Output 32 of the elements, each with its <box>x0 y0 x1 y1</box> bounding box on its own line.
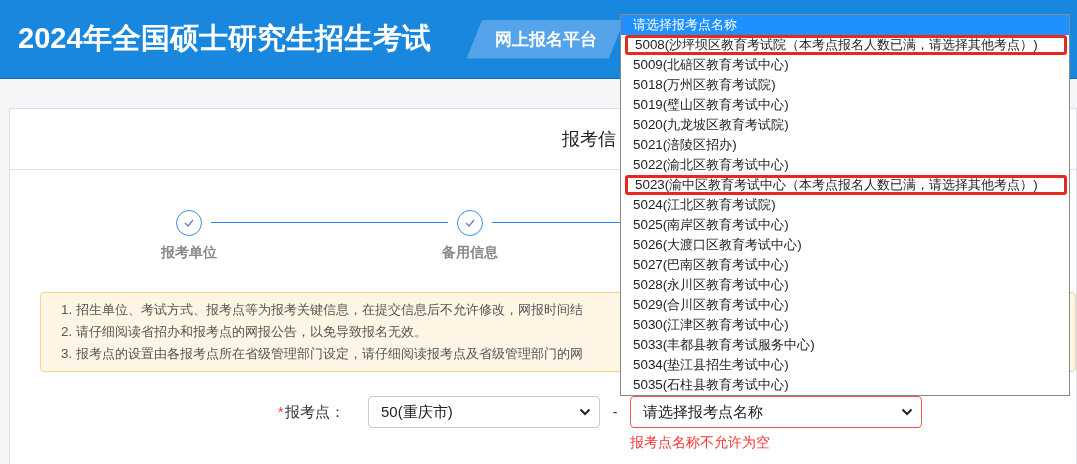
dropdown-option[interactable]: 5030(江津区教育考试中心) <box>621 315 1069 335</box>
dropdown-option[interactable]: 5028(永川区教育考试中心) <box>621 275 1069 295</box>
dropdown-option[interactable]: 5021(涪陵区招办) <box>621 135 1069 155</box>
chevron-down-icon <box>579 408 591 416</box>
page-title: 2024年全国硕士研究生招生考试 <box>18 21 431 56</box>
dropdown-option[interactable]: 5023(渝中区教育考试中心（本考点报名人数已满，请选择其他考点）) <box>625 175 1067 195</box>
dropdown-option[interactable]: 5018(万州区教育考试院) <box>621 75 1069 95</box>
card-title: 报考信 <box>562 128 616 151</box>
separator-text: - <box>611 403 619 422</box>
dropdown-option[interactable]: 5022(渝北区教育考试中心) <box>621 155 1069 175</box>
dropdown-option[interactable]: 5025(南岸区教育考试中心) <box>621 215 1069 235</box>
field-label: 报考点： <box>285 402 346 422</box>
dropdown-option[interactable]: 5029(合川区教育考试中心) <box>621 295 1069 315</box>
dropdown-option[interactable]: 5008(沙坪坝区教育考试院（本考点报名人数已满，请选择其他考点）) <box>625 35 1067 55</box>
dropdown-option[interactable]: 5035(石柱县教育考试中心) <box>621 375 1069 395</box>
notice-text: 3. 报考点的设置由各报考点所在省级管理部门设定，请仔细阅读报考点及省级管理部门的网 <box>61 345 583 363</box>
dropdown-option[interactable]: 5020(九龙坡区教育考试院) <box>621 115 1069 135</box>
province-select[interactable]: 50(重庆市) <box>368 396 600 428</box>
site-select[interactable]: 请选择报考点名称 <box>630 396 922 428</box>
step-label: 报考单位 <box>160 244 217 262</box>
dropdown-option[interactable]: 5024(江北区教育考试院) <box>621 195 1069 215</box>
dropdown-option[interactable]: 5027(巴南区教育考试中心) <box>621 255 1069 275</box>
required-mark: * <box>278 404 284 420</box>
dropdown-option[interactable]: 5033(丰都县教育考试服务中心) <box>621 335 1069 355</box>
dropdown-option[interactable]: 5034(垫江县招生考试中心) <box>621 355 1069 375</box>
step-label: 备用信息 <box>441 244 498 262</box>
notice-text: 2. 请仔细阅读省招办和报考点的网报公告，以免导致报名无效。 <box>61 323 427 341</box>
notice-text: 1. 招生单位、考试方式、报考点等为报考关键信息，在提交信息后不允许修改，网报时间结 <box>61 301 583 319</box>
dropdown-option[interactable]: 5019(璧山区教育考试中心) <box>621 95 1069 115</box>
chevron-down-icon <box>901 408 913 416</box>
dropdown-option[interactable]: 5026(大渡口区教育考试中心) <box>621 235 1069 255</box>
error-message: 报考点名称不允许为空 <box>630 434 771 452</box>
